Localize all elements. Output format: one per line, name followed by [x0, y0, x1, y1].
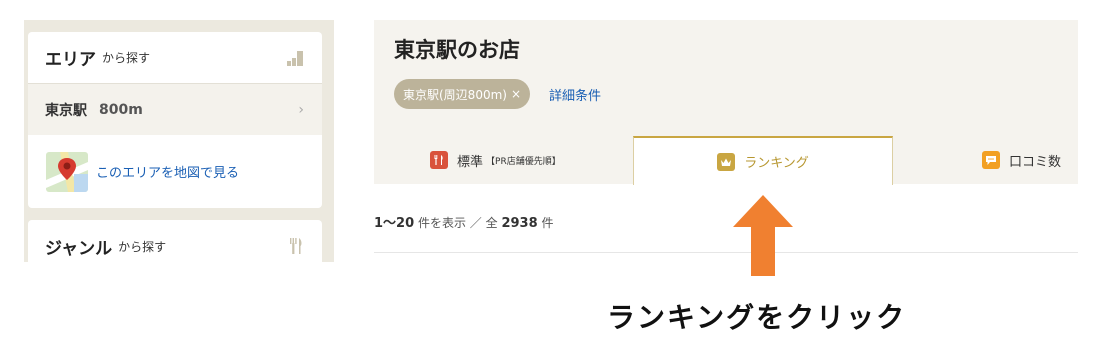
fork-knife-icon — [430, 151, 448, 169]
tab-ranking-label: ランキング — [744, 156, 809, 171]
tab-standard[interactable]: 標準 【PR店舗優先順】 — [430, 136, 561, 184]
divider — [374, 252, 1078, 253]
detail-conditions-link[interactable]: 詳細条件 — [549, 85, 601, 104]
result-count-mid: 件を表示 ／ 全 — [417, 216, 498, 230]
tab-review-count[interactable]: 口コミ数 — [982, 136, 1061, 184]
genre-title: ジャンル — [45, 238, 113, 259]
result-unit: 件 — [541, 216, 554, 230]
filter-chip-label: 東京駅(周辺800m) — [403, 87, 507, 102]
fork-knife-icon — [290, 238, 302, 254]
genre-title-suffix: から探す — [118, 239, 167, 254]
genre-search-header[interactable]: ジャンル から探す — [28, 220, 322, 262]
instruction-caption: ランキングをクリック — [607, 301, 907, 334]
result-range: 1～20 — [374, 216, 415, 231]
sort-tabs: 標準 【PR店舗優先順】 ランキング 口コミ数 — [374, 136, 1078, 185]
area-title: エリア — [45, 50, 96, 70]
genre-search-card: ジャンル から探す — [28, 220, 322, 262]
map-pin-icon — [46, 151, 88, 192]
area-bars-icon — [287, 50, 303, 66]
result-header-panel: 東京駅のお店 東京駅(周辺800m) × 詳細条件 標準 【PR店舗優先順】 ラ… — [374, 20, 1078, 185]
sidebar: エリア から探す 東京駅 800m › このエリアを地図で見る ジャンル から探… — [24, 20, 334, 262]
crown-icon — [717, 152, 736, 171]
page-title: 東京駅のお店 — [394, 38, 520, 62]
result-total: 2938 — [501, 216, 538, 231]
speech-bubble-icon — [982, 151, 1000, 169]
result-count: 1～20 件を表示 ／ 全 2938 件 — [374, 212, 553, 231]
chevron-right-icon: › — [298, 101, 304, 118]
tab-standard-label: 標準 — [457, 154, 484, 170]
selected-area-row[interactable]: 東京駅 800m › — [28, 84, 322, 135]
area-search-card: エリア から探す 東京駅 800m › このエリアを地図で見る — [28, 32, 322, 208]
area-filter-chip[interactable]: 東京駅(周辺800m) × — [394, 79, 531, 109]
tab-standard-note: 【PR店舗優先順】 — [486, 156, 561, 167]
tab-ranking[interactable]: ランキング — [633, 136, 893, 185]
view-area-map-link[interactable]: このエリアを地図で見る — [96, 162, 239, 181]
selected-distance: 800m — [99, 101, 143, 118]
close-icon[interactable]: × — [511, 87, 521, 101]
tab-review-count-label: 口コミ数 — [1009, 154, 1062, 170]
area-title-suffix: から探す — [102, 51, 151, 65]
map-link-row[interactable]: このエリアを地図で見る — [28, 135, 322, 208]
area-search-header[interactable]: エリア から探す — [28, 32, 322, 84]
selected-station: 東京駅 — [45, 102, 87, 119]
up-arrow-icon — [733, 195, 793, 276]
